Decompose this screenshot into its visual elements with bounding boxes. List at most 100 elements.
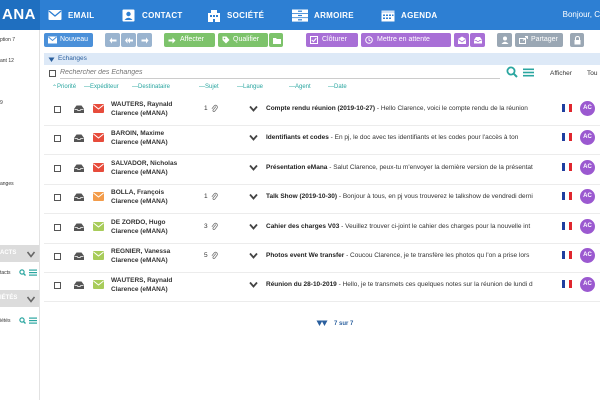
sender-name: BOLLA, François — [111, 189, 165, 197]
user-greeting[interactable]: Bonjour, C — [563, 0, 600, 30]
subject-preview: - Veuillez trouver ci-joint le cahier de… — [339, 222, 531, 230]
table-row[interactable]: DE ZORDO, Hugo Clarence (eMANA) 3 Cahier de… — [44, 215, 600, 244]
table-row[interactable]: BOLLA, François Clarence (eMANA) 1 Talk Sho… — [44, 185, 600, 215]
chevron-down-icon[interactable] — [249, 222, 258, 231]
nav-armoire-label: ARMOIRE — [314, 10, 354, 20]
chevron-down-icon[interactable] — [249, 163, 258, 172]
load-more-icon[interactable] — [316, 320, 328, 327]
search-icon[interactable] — [19, 269, 26, 278]
chevron-down-icon[interactable] — [249, 133, 258, 142]
clock-icon — [365, 36, 373, 44]
agent-avatar[interactable]: AC — [580, 189, 595, 205]
chevron-down-icon[interactable] — [249, 280, 258, 289]
row-checkbox[interactable] — [54, 253, 61, 260]
list-icon[interactable] — [29, 317, 37, 326]
exchange-subject[interactable]: Photos event We transfer - Coucou Claren… — [266, 252, 554, 259]
select-all-checkbox[interactable] — [49, 70, 56, 77]
row-checkbox[interactable] — [54, 282, 61, 290]
folder-button[interactable] — [269, 33, 283, 47]
paperclip-icon — [211, 251, 218, 260]
nav-armoire[interactable]: ARMOIRE — [292, 0, 354, 30]
breadcrumb: Echanges — [44, 53, 600, 65]
search-icon[interactable] — [506, 66, 518, 80]
nav-email[interactable]: EMAIL — [48, 0, 94, 30]
table-row[interactable]: SALVADOR, Nicholas Clarence (eMANA) Présen… — [44, 156, 600, 185]
list-icon[interactable] — [29, 269, 37, 278]
forward-button[interactable] — [137, 33, 152, 47]
user-button[interactable] — [497, 33, 512, 47]
reply-button[interactable] — [105, 33, 120, 47]
sort-date[interactable]: — Date — [328, 84, 347, 90]
agent-avatar[interactable]: AC — [580, 101, 595, 116]
chevron-down-icon[interactable] — [249, 192, 258, 201]
sidebar-societes-search[interactable]: iétés — [0, 317, 39, 326]
row-checkbox[interactable] — [54, 135, 61, 143]
french-flag-icon — [562, 162, 572, 171]
nav-societe[interactable]: SOCIÉTÉ — [207, 0, 264, 30]
exchange-subject[interactable]: Talk Show (2019-10-30) - Bonjour à tous,… — [266, 193, 554, 200]
table-row[interactable]: BAROIN, Maxime Clarence (eMANA) Identifian… — [44, 126, 600, 156]
search-icon[interactable] — [19, 317, 26, 326]
subject-title: Présentation eMana — [266, 163, 328, 171]
sort-sender[interactable]: — Expéditeur — [84, 84, 119, 90]
app-logo[interactable]: ANA — [0, 0, 40, 30]
share-button[interactable]: Partager — [515, 33, 563, 47]
table-row[interactable]: WAUTERS, Raynald Clarence (eMANA) 1 Compte … — [44, 97, 600, 126]
show-label: Afficher — [550, 70, 572, 77]
sidebar-item-reception[interactable]: ption 7 — [0, 37, 39, 43]
archive-button[interactable] — [470, 33, 485, 47]
sidebar-item-echanges[interactable]: anges — [0, 181, 39, 187]
exchange-subject[interactable]: Identifiants et codes - En pj, le doc av… — [266, 134, 554, 141]
exchange-subject[interactable]: Compte rendu réunion (2019-10-27) - Hell… — [266, 105, 554, 112]
reply-all-button[interactable] — [121, 33, 136, 47]
sidebar-section-contacts[interactable]: ACTS — [0, 245, 39, 262]
column-headers: ⌃ Priorité — Expéditeur — Destinataire —… — [44, 84, 600, 96]
sidebar-section-societes[interactable]: IÉTÉS — [0, 290, 39, 307]
exchange-subject[interactable]: Cahier des charges V03 - Veuillez trouve… — [266, 223, 554, 230]
close-exchange-button[interactable]: Clôturer — [306, 33, 358, 47]
nav-agenda[interactable]: AGENDA — [381, 0, 437, 30]
sidebar-item-count[interactable]: 9 — [0, 100, 39, 106]
agent-avatar[interactable]: AC — [580, 159, 595, 175]
table-row[interactable]: WAUTERS, Raynald Clarence (eMANA) Réunion … — [44, 273, 600, 303]
sort-recipient[interactable]: — Destinataire — [132, 84, 170, 90]
row-checkbox[interactable] — [54, 223, 61, 231]
priority-envelope-icon — [93, 192, 104, 202]
chevron-down-icon[interactable] — [26, 249, 36, 266]
exchange-subject[interactable]: Présentation eMana - Salut Clarence, peu… — [266, 164, 554, 171]
recipient-name: Clarence (eMANA) — [111, 168, 168, 176]
new-button[interactable]: Nouveau — [44, 33, 93, 47]
search-input[interactable] — [60, 67, 500, 79]
list-icon[interactable] — [523, 68, 534, 79]
sender-name: DE ZORDO, Hugo — [111, 218, 166, 226]
lock-button[interactable] — [570, 33, 584, 47]
exchange-subject[interactable]: Réunion du 28-10-2019 - Hello, je te tra… — [266, 281, 554, 288]
assign-button[interactable]: Affecter — [164, 33, 215, 47]
breadcrumb-label: Echanges — [58, 55, 87, 62]
row-checkbox[interactable] — [54, 164, 61, 172]
agent-avatar[interactable]: AC — [580, 218, 595, 234]
mark-read-button[interactable] — [454, 33, 469, 47]
show-filter-select[interactable]: Tou — [587, 70, 597, 77]
sort-language[interactable]: — Langue — [237, 84, 263, 90]
table-row[interactable]: REGNIER, Vanessa Clarence (eMANA) 5 Photos … — [44, 244, 600, 273]
sort-subject[interactable]: — Sujet — [199, 84, 219, 90]
row-checkbox[interactable] — [54, 194, 61, 202]
chevron-down-icon[interactable] — [26, 294, 36, 311]
row-checkbox[interactable] — [54, 106, 61, 113]
agent-avatar[interactable]: AC — [580, 130, 595, 146]
sidebar-item-envoyes[interactable]: ant 12 — [0, 58, 39, 64]
french-flag-icon — [562, 104, 572, 112]
chevron-down-icon[interactable] — [249, 104, 258, 113]
qualify-button[interactable]: Qualifier — [218, 33, 268, 47]
agent-avatar[interactable]: AC — [580, 277, 595, 293]
nav-contact[interactable]: CONTACT — [122, 0, 183, 30]
sidebar-contacts-search[interactable]: tacts — [0, 269, 39, 278]
hold-button[interactable]: Mettre en attente — [361, 33, 451, 47]
sort-priority[interactable]: ⌃ Priorité — [52, 84, 76, 91]
agent-avatar[interactable]: AC — [580, 248, 595, 263]
french-flag-icon — [562, 192, 572, 201]
sort-agent[interactable]: — Agent — [289, 84, 311, 90]
recipient-name: Clarence (eMANA) — [111, 257, 168, 264]
chevron-down-icon[interactable] — [249, 251, 258, 260]
